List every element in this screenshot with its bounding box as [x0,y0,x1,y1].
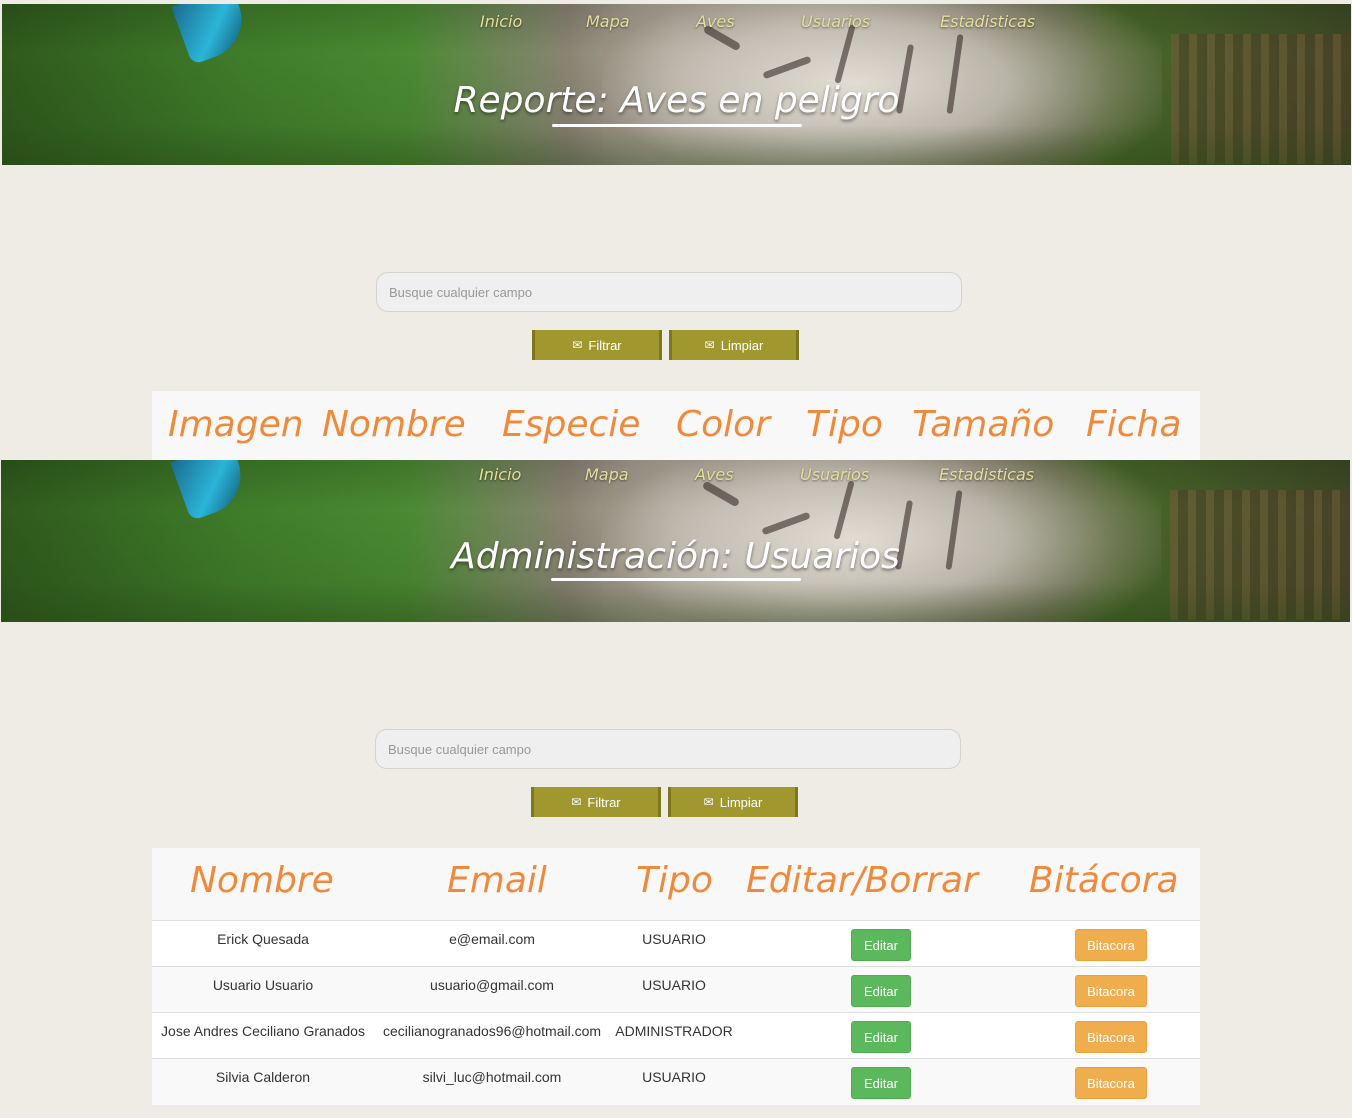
user-type: USUARIO [642,931,706,947]
title-underline [552,124,802,127]
nav-estadisticas[interactable]: Estadisticas [939,465,1034,484]
page-title: Reporte: Aves en peligro [453,80,900,121]
col-color[interactable]: Color [676,404,770,445]
nav-inicio[interactable]: Inicio [479,465,521,484]
col-especie[interactable]: Especie [502,404,640,445]
log-button[interactable]: Bitacora [1075,975,1147,1007]
user-type: USUARIO [642,977,706,993]
user-name: Usuario Usuario [212,977,314,993]
main-nav: Inicio Mapa Aves Usuarios Estadisticas [2,12,1351,38]
log-button[interactable]: Bitacora [1075,929,1147,961]
user-name: Erick Quesada [217,931,309,947]
admin-page: Inicio Mapa Aves Usuarios Estadisticas A… [0,460,1352,1118]
col-nombre[interactable]: Nombre [322,404,466,445]
user-type: ADMINISTRADOR [615,1023,733,1039]
user-email: silvi_luc@hotmail.com [422,1069,562,1085]
col-tipo[interactable]: Tipo [636,860,713,901]
clear-button[interactable]: ✉ Limpiar [669,330,799,360]
mail-icon: ✉ [703,795,714,809]
table-row: Jose Andres Ceciliano Granados ceciliano… [152,1012,1200,1059]
hero-banner: Inicio Mapa Aves Usuarios Estadisticas A… [1,460,1350,622]
birds-table-header: Imagen Nombre Especie Color Tipo Tamaño … [152,391,1200,460]
search-input[interactable] [375,729,961,769]
nav-mapa[interactable]: Mapa [586,12,630,31]
nav-aves[interactable]: Aves [696,12,735,31]
title-underline [551,578,801,581]
table-row: Usuario Usuario usuario@gmail.com USUARI… [152,966,1200,1013]
edit-button[interactable]: Editar [851,975,911,1007]
user-email: e@email.com [449,931,535,947]
search-input[interactable] [376,272,962,312]
col-email[interactable]: Email [447,860,547,901]
table-row: Erick Quesada e@email.com USUARIO Editar… [152,920,1200,967]
table-row: Silvia Calderon silvi_luc@hotmail.com US… [152,1058,1200,1105]
user-type: USUARIO [642,1069,706,1085]
col-tipo[interactable]: Tipo [806,404,883,445]
users-table: Nombre Email Tipo Editar/Borrar Bitácora… [152,848,1200,1105]
col-tamano[interactable]: Tamaño [912,404,1054,445]
page-title: Administración: Usuarios [451,536,900,577]
nav-usuarios[interactable]: Usuarios [801,12,870,31]
main-nav: Inicio Mapa Aves Usuarios Estadisticas [1,465,1350,491]
edit-button[interactable]: Editar [851,1021,911,1053]
col-imagen[interactable]: Imagen [168,404,304,445]
clear-button[interactable]: ✉ Limpiar [668,787,798,817]
mail-icon: ✉ [572,338,583,352]
report-page: Inicio Mapa Aves Usuarios Estadisticas R… [0,0,1352,460]
mail-icon: ✉ [571,795,582,809]
nav-inicio[interactable]: Inicio [480,12,522,31]
nav-usuarios[interactable]: Usuarios [800,465,869,484]
user-email: usuario@gmail.com [430,977,554,993]
col-ficha[interactable]: Ficha [1086,404,1181,445]
log-button[interactable]: Bitacora [1075,1067,1147,1099]
edit-button[interactable]: Editar [851,929,911,961]
mail-icon: ✉ [704,338,715,352]
col-editar-borrar[interactable]: Editar/Borrar [746,860,978,901]
filter-button[interactable]: ✉ Filtrar [532,330,662,360]
user-email: cecilianogranados96@hotmail.com [382,1023,602,1039]
edit-button[interactable]: Editar [851,1067,911,1099]
log-button[interactable]: Bitacora [1075,1021,1147,1053]
hero-banner: Inicio Mapa Aves Usuarios Estadisticas R… [2,4,1351,165]
user-name: Jose Andres Ceciliano Granados [161,1023,365,1039]
nav-estadisticas[interactable]: Estadisticas [940,12,1035,31]
nav-mapa[interactable]: Mapa [585,465,629,484]
col-nombre[interactable]: Nombre [190,860,334,901]
col-bitacora[interactable]: Bitácora [1029,860,1179,901]
filter-button[interactable]: ✉ Filtrar [531,787,661,817]
user-name: Silvia Calderon [215,1069,311,1085]
nav-aves[interactable]: Aves [695,465,734,484]
